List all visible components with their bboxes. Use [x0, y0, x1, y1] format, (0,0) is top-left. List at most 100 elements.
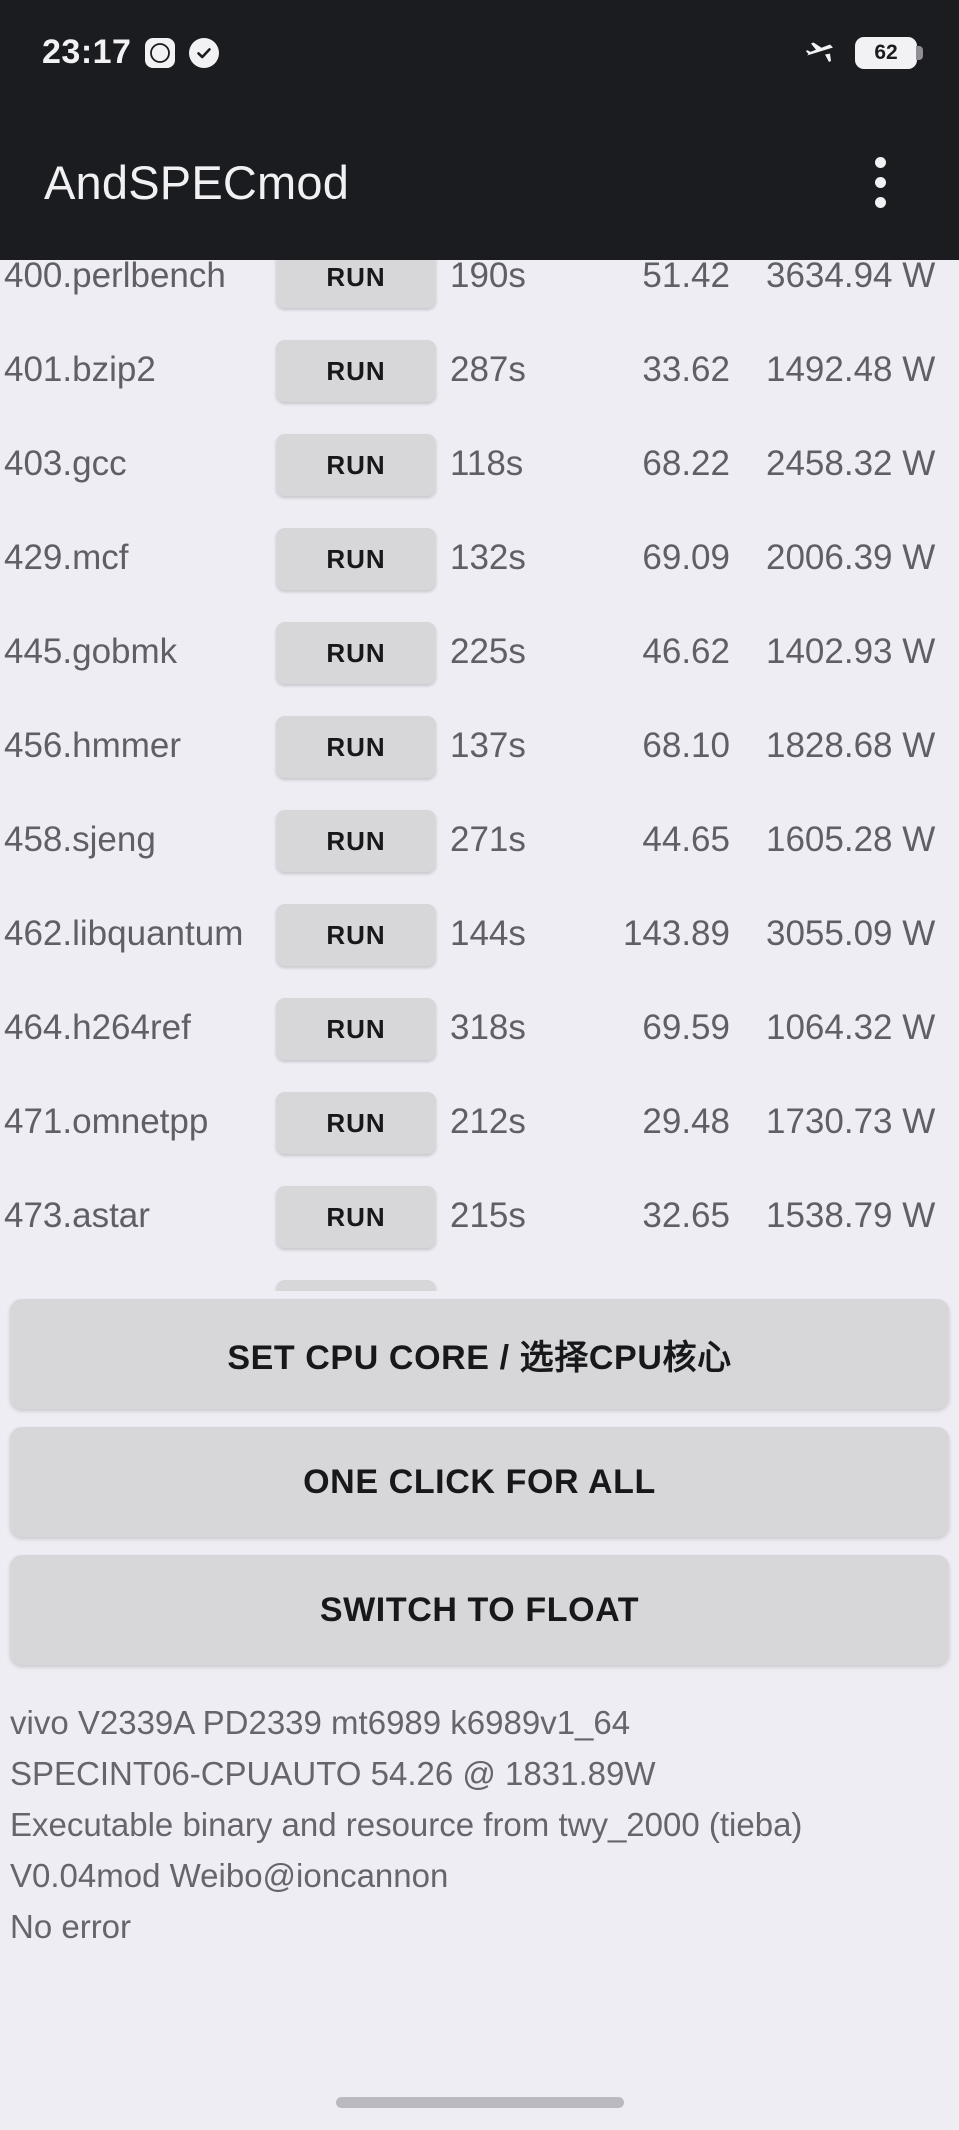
run-button[interactable]: RUN: [276, 340, 436, 402]
benchmark-score: 29.48: [642, 1102, 730, 1141]
table-row: 458.sjeng RUN 271s 44.65 1605.28 W: [0, 802, 959, 896]
run-button-cell: RUN: [272, 896, 440, 966]
benchmark-time: 287s: [450, 350, 526, 389]
benchmark-time: 212s: [450, 1102, 526, 1141]
table-row: 462.libquantum RUN 144s 143.89 3055.09 W: [0, 896, 959, 990]
check-circle-icon: [189, 37, 220, 68]
run-button[interactable]: RUN: [276, 528, 436, 590]
error-status-line: No error: [10, 1908, 132, 1945]
benchmark-name: 445.gobmk: [4, 632, 178, 671]
table-row: 464.h264ref RUN 318s 69.59 1064.32 W: [0, 990, 959, 1084]
benchmark-power: 1730.73 W: [766, 1102, 936, 1141]
benchmark-score: 51.42: [642, 260, 730, 295]
overflow-dot: [874, 157, 886, 168]
benchmark-table: 400.perlbench RUN 190s 51.42 3634.94 W 401.bz…: [0, 260, 959, 1291]
run-button-cell: RUN: [272, 1272, 440, 1291]
status-bar-clock: 23:17: [42, 33, 132, 71]
resource-credit-line: Executable binary and resource from twy_…: [10, 1806, 803, 1843]
run-button-cell: RUN: [272, 1178, 440, 1248]
table-row: 429.mcf RUN 132s 69.09 2006.39 W: [0, 520, 959, 614]
run-button-cell: RUN: [272, 614, 440, 684]
one-click-for-all-button[interactable]: ONE CLICK FOR ALL: [10, 1427, 949, 1537]
benchmark-time: 215s: [450, 1196, 526, 1235]
status-bar-right: 62: [803, 36, 923, 70]
overflow-menu-icon[interactable]: [845, 148, 915, 218]
benchmark-power: 2006.39 W: [766, 538, 936, 577]
run-button[interactable]: RUN: [276, 260, 436, 308]
benchmark-name: 464.h264ref: [4, 1008, 191, 1047]
set-cpu-core-button[interactable]: SET CPU CORE / 选择CPU核心: [10, 1299, 949, 1409]
benchmark-name: 400.perlbench: [4, 260, 226, 295]
benchmark-score: 32.65: [642, 1196, 730, 1235]
run-button[interactable]: RUN: [276, 1092, 436, 1154]
benchmark-power: 3055.09 W: [766, 914, 936, 953]
benchmark-power: 1605.28 W: [766, 820, 936, 859]
run-button-cell: RUN: [272, 1084, 440, 1154]
benchmark-score: 143.89: [622, 914, 730, 953]
run-button[interactable]: RUN: [276, 904, 436, 966]
benchmark-score: 68.22: [642, 444, 730, 483]
device-model-line: vivo V2339A PD2339 mt6989 k6989v1_64: [10, 1704, 631, 1741]
benchmark-time: 190s: [450, 260, 526, 295]
benchmark-summary-line: SPECINT06-CPUAUTO 54.26 @ 1831.89W: [10, 1755, 656, 1792]
action-button-group: SET CPU CORE / 选择CPU核心 ONE CLICK FOR ALL…: [0, 1291, 959, 1683]
benchmark-name: 403.gcc: [4, 444, 127, 483]
table-row: 401.bzip2 RUN 287s 33.62 1492.48 W: [0, 332, 959, 426]
run-button[interactable]: RUN: [276, 434, 436, 496]
benchmark-score: 44.65: [642, 820, 730, 859]
benchmark-time: 225s: [450, 632, 526, 671]
benchmark-name: 473.astar: [4, 1196, 150, 1235]
run-button-cell: RUN: [272, 802, 440, 872]
benchmark-power: 1566.28 W: [730, 1272, 951, 1291]
version-line: V0.04mod Weibo@ioncannon: [10, 1857, 449, 1894]
airplane-mode-icon: [803, 36, 837, 70]
benchmark-power: 1828.68 W: [766, 726, 936, 765]
benchmark-name: 456.hmmer: [4, 726, 182, 765]
run-button-cell: RUN: [272, 260, 440, 308]
page-title: AndSPECmod: [44, 156, 350, 209]
run-button-cell: RUN: [272, 426, 440, 496]
table-row: 456.hmmer RUN 137s 68.10 1828.68 W: [0, 708, 959, 802]
run-button[interactable]: RUN: [276, 998, 436, 1060]
benchmark-power: 3634.94 W: [766, 260, 936, 295]
benchmark-list[interactable]: 400.perlbench RUN 190s 51.42 3634.94 W 401.bz…: [0, 260, 959, 1291]
benchmark-time: 132s: [450, 538, 526, 577]
benchmark-time: 118s: [450, 444, 524, 483]
app-window: 23:17 62 AndSPECmod 400.perlbench RUN 19…: [0, 0, 959, 2130]
benchmark-score: 69.59: [642, 1008, 730, 1047]
run-button-cell: RUN: [272, 520, 440, 590]
switch-to-float-button[interactable]: SWITCH TO FLOAT: [10, 1555, 949, 1665]
battery-indicator: 62: [855, 36, 923, 69]
sound-mode-icon: [145, 37, 176, 68]
gesture-navigation-bar[interactable]: [335, 2097, 624, 2108]
benchmark-time: 271s: [450, 820, 526, 859]
device-info-panel: vivo V2339A PD2339 mt6989 k6989v1_64 SPE…: [0, 1683, 959, 2130]
benchmark-power: 1064.32 W: [766, 1008, 936, 1047]
run-button-cell: RUN: [272, 990, 440, 1060]
benchmark-name: 429.mcf: [4, 538, 129, 577]
table-row: 473.astar RUN 215s 32.65 1538.79 W: [0, 1178, 959, 1272]
table-row: 471.omnetpp RUN 212s 29.48 1730.73 W: [0, 1084, 959, 1178]
run-button[interactable]: RUN: [276, 1186, 436, 1248]
benchmark-name: 462.libquantum: [4, 914, 244, 953]
status-bar-left: 23:17: [42, 33, 220, 72]
table-row: 483.xalancbmk RUN 118s58.471566.28 W: [0, 1272, 959, 1291]
benchmark-score: 58.47: [580, 1272, 730, 1291]
benchmark-time: 318s: [450, 1008, 526, 1047]
overflow-dot: [874, 197, 886, 208]
status-bar: 23:17 62: [0, 0, 959, 105]
benchmark-power: 1492.48 W: [766, 350, 936, 389]
benchmark-name: 483.xalancbmk: [4, 1272, 272, 1291]
benchmark-score: 69.09: [642, 538, 730, 577]
run-button[interactable]: RUN: [276, 810, 436, 872]
battery-level-label: 62: [874, 40, 898, 64]
table-row: 403.gcc RUN 118s 68.22 2458.32 W: [0, 426, 959, 520]
run-button[interactable]: RUN: [276, 622, 436, 684]
table-row: 400.perlbench RUN 190s 51.42 3634.94 W: [0, 260, 959, 332]
benchmark-time: 118s: [440, 1272, 580, 1291]
overflow-dot: [874, 177, 886, 188]
benchmark-score: 33.62: [642, 350, 730, 389]
benchmark-name: 401.bzip2: [4, 350, 156, 389]
run-button[interactable]: RUN: [276, 1280, 436, 1291]
run-button[interactable]: RUN: [276, 716, 436, 778]
